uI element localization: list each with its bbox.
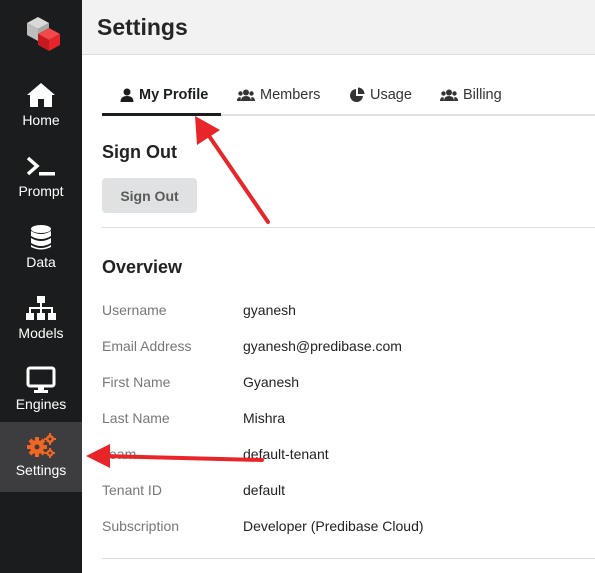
tab-usage[interactable]: Usage [349, 76, 412, 114]
overview-row-email: Email Address gyanesh@predibase.com [102, 338, 582, 358]
overview-row-team: Team default-tenant [102, 446, 582, 466]
sidebar-item-models[interactable]: Models [0, 285, 82, 355]
page-title: Settings [97, 14, 188, 40]
section-divider [102, 558, 595, 559]
sidebar-item-data[interactable]: Data [0, 214, 82, 284]
overview-row-last-name: Last Name Mishra [102, 410, 582, 430]
field-value: Mishra [243, 410, 286, 426]
cogs-icon [0, 432, 82, 460]
sign-out-heading: Sign Out [102, 142, 177, 162]
sidebar: Home Prompt Data Models Engines Settings [0, 0, 82, 573]
overview-row-tenant-id: Tenant ID default [102, 482, 582, 502]
sidebar-item-label: Settings [15, 462, 67, 478]
sidebar-item-prompt[interactable]: Prompt [0, 143, 82, 213]
user-icon [120, 88, 134, 102]
desktop-icon [0, 366, 82, 394]
field-label: Subscription [102, 518, 180, 534]
field-value: Developer (Predibase Cloud) [243, 518, 424, 534]
tab-label: Billing [463, 87, 502, 103]
sitemap-icon [0, 295, 82, 323]
arrow-to-my-profile-tab [195, 116, 270, 224]
database-icon [0, 224, 82, 252]
tab-label: Members [260, 87, 321, 103]
sidebar-item-label: Prompt [18, 183, 64, 199]
field-value: default [243, 482, 286, 498]
overview-row-subscription: Subscription Developer (Predibase Cloud) [102, 518, 582, 538]
active-tab-indicator [102, 113, 221, 116]
settings-tabs: My Profile Members Usage Billing [102, 76, 595, 116]
section-divider [102, 227, 595, 228]
field-value: Gyanesh [243, 374, 300, 390]
sidebar-item-label: Data [26, 254, 56, 270]
overview-heading: Overview [102, 257, 183, 277]
terminal-icon [0, 153, 82, 181]
pie-chart-icon [350, 87, 365, 102]
sidebar-item-home[interactable]: Home [0, 72, 82, 142]
sidebar-item-label: Engines [15, 396, 67, 412]
users-icon [440, 89, 458, 101]
field-value: gyanesh@predibase.com [243, 338, 402, 354]
tab-label: Usage [370, 87, 412, 103]
tab-billing[interactable]: Billing [440, 76, 502, 114]
sidebar-item-label: Models [18, 325, 64, 341]
sidebar-item-label: Home [22, 112, 60, 128]
sidebar-item-settings[interactable]: Settings [0, 422, 82, 492]
predibase-logo[interactable] [24, 14, 62, 52]
overview-row-first-name: First Name Gyanesh [102, 374, 582, 394]
field-label: Email Address [102, 338, 192, 354]
field-label: Tenant ID [102, 482, 162, 498]
field-label: Username [102, 302, 167, 318]
overview-row-username: Username gyanesh [102, 302, 582, 322]
users-icon [237, 89, 255, 101]
tab-members[interactable]: Members [237, 76, 320, 114]
sign-out-button[interactable]: Sign Out [102, 178, 197, 213]
field-label: Team [102, 446, 137, 462]
field-value: default-tenant [243, 446, 329, 462]
tab-label: My Profile [139, 87, 209, 103]
field-value: gyanesh [243, 302, 296, 318]
sidebar-item-engines[interactable]: Engines [0, 356, 82, 426]
home-icon [0, 82, 82, 110]
page-header: Settings [82, 0, 595, 55]
tab-my-profile[interactable]: My Profile [120, 76, 208, 114]
field-label: First Name [102, 374, 171, 390]
field-label: Last Name [102, 410, 170, 426]
